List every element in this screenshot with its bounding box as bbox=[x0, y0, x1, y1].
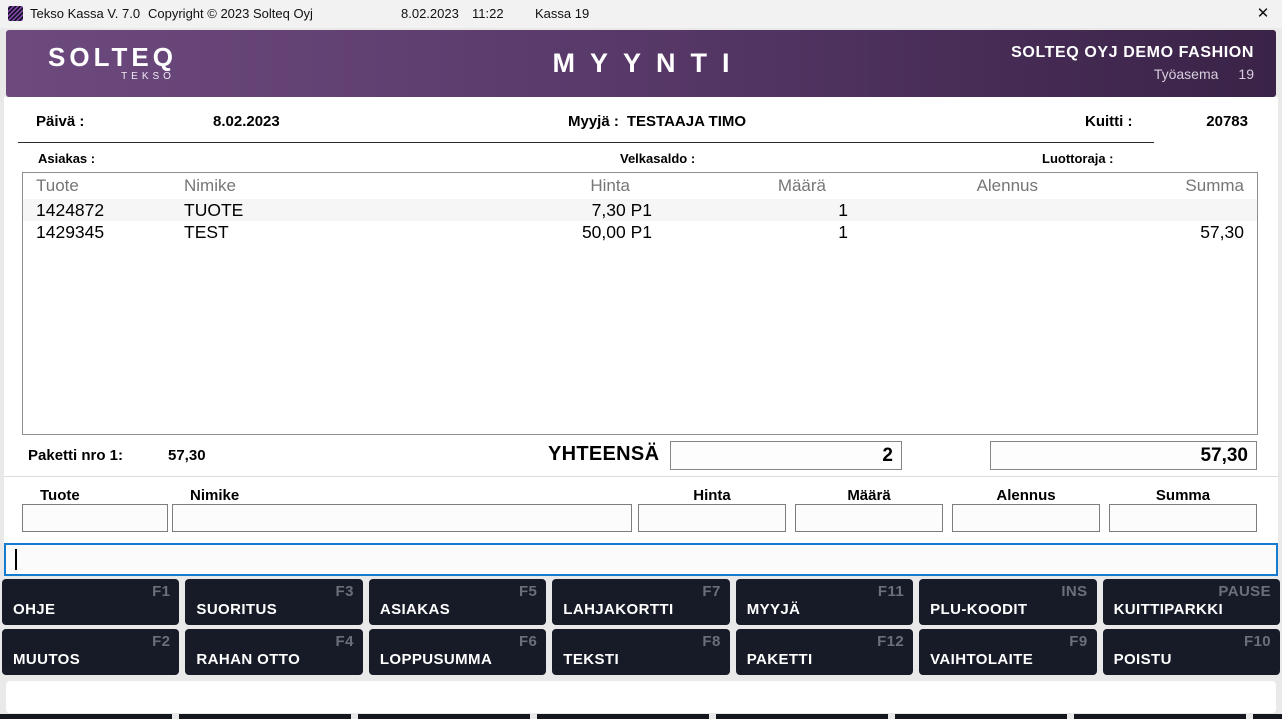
total-sum-box: 57,30 bbox=[990, 441, 1257, 470]
titlebar: Tekso Kassa V. 7.0 Copyright © 2023 Solt… bbox=[0, 0, 1282, 28]
seller-line: Myyjä : TESTAAJA TIMO bbox=[568, 113, 746, 130]
cell-hinta: 7,30 P1 bbox=[474, 199, 652, 221]
app-header: SOLTEQ TEKSO MYYNTI SOLTEQ OYJ DEMO FASH… bbox=[6, 30, 1276, 97]
receipt-label: Kuitti : bbox=[1085, 113, 1132, 130]
seller-value: TESTAAJA TIMO bbox=[627, 113, 746, 130]
fn-button-ohje[interactable]: F1 OHJE bbox=[2, 579, 179, 625]
col-header-summa: Summa bbox=[1048, 173, 1244, 199]
col-header-tuote: Tuote bbox=[36, 173, 184, 199]
command-input[interactable] bbox=[4, 543, 1278, 576]
store-block: SOLTEQ OYJ DEMO FASHION Työasema 19 bbox=[1011, 44, 1254, 82]
fn-button-myyja[interactable]: F11 MYYJÄ bbox=[736, 579, 913, 625]
fn-button-lahjakortti[interactable]: F7 LAHJAKORTTI bbox=[552, 579, 729, 625]
app-icon bbox=[8, 6, 23, 21]
fn-key-badge: F2 bbox=[152, 633, 170, 650]
copyright-text: Copyright © 2023 Solteq Oyj bbox=[148, 6, 313, 21]
col-header-hinta: Hinta bbox=[474, 173, 652, 199]
text-caret bbox=[15, 549, 17, 570]
function-key-row-2: F2 MUUTOS F4 RAHAN OTTO F6 LOPPUSUMMA F8… bbox=[2, 629, 1280, 675]
fn-button-suoritus[interactable]: F3 SUORITUS bbox=[185, 579, 362, 625]
total-quantity-box: 2 bbox=[670, 441, 902, 470]
items-table: Tuote Nimike Hinta Määrä Alennus Summa 1… bbox=[22, 172, 1258, 435]
fn-key-badge: INS bbox=[1061, 583, 1087, 600]
cell-alennus bbox=[848, 199, 1048, 221]
fn-button-vaihtolaite[interactable]: F9 VAIHTOLAITE bbox=[919, 629, 1096, 675]
cell-summa bbox=[1048, 199, 1244, 221]
entry-summa-label: Summa bbox=[1109, 487, 1257, 504]
fn-button-muutos[interactable]: F2 MUUTOS bbox=[2, 629, 179, 675]
col-header-alennus: Alennus bbox=[848, 173, 1048, 199]
fn-key-badge: F5 bbox=[519, 583, 537, 600]
items-table-header: Tuote Nimike Hinta Määrä Alennus Summa bbox=[23, 173, 1257, 199]
cell-summa: 57,30 bbox=[1048, 221, 1244, 243]
fn-button-asiakas[interactable]: F5 ASIAKAS bbox=[369, 579, 546, 625]
fn-key-badge: F7 bbox=[702, 583, 720, 600]
cell-tuote: 1424872 bbox=[36, 199, 184, 221]
fn-button-loppusumma[interactable]: F6 LOPPUSUMMA bbox=[369, 629, 546, 675]
cell-nimike: TEST bbox=[184, 221, 474, 243]
function-key-row-1: F1 OHJE F3 SUORITUS F5 ASIAKAS F7 LAHJAK… bbox=[2, 579, 1280, 625]
titlebar-register: Kassa 19 bbox=[535, 6, 589, 21]
fn-button-teksti[interactable]: F8 TEKSTI bbox=[552, 629, 729, 675]
fn-key-badge: F1 bbox=[152, 583, 170, 600]
fn-key-badge: F8 bbox=[702, 633, 720, 650]
fn-key-badge: PAUSE bbox=[1218, 583, 1271, 600]
entry-alennus-label: Alennus bbox=[952, 487, 1100, 504]
cell-hinta: 50,00 P1 bbox=[474, 221, 652, 243]
workstation-value: 19 bbox=[1238, 66, 1254, 82]
entry-summa-input[interactable] bbox=[1109, 504, 1257, 532]
fn-button-paketti[interactable]: F12 PAKETTI bbox=[736, 629, 913, 675]
close-button[interactable]: ✕ bbox=[1252, 3, 1274, 25]
fn-button-rahan-otto[interactable]: F4 RAHAN OTTO bbox=[185, 629, 362, 675]
entry-maara-input[interactable] bbox=[795, 504, 943, 532]
table-row[interactable]: 1429345 TEST 50,00 P1 1 57,30 bbox=[23, 221, 1257, 243]
window-title: Tekso Kassa V. 7.0 bbox=[30, 6, 140, 21]
entry-alennus-input[interactable] bbox=[952, 504, 1100, 532]
entry-nimike-input[interactable] bbox=[172, 504, 632, 532]
cutoff-button-row bbox=[0, 714, 1282, 719]
package-value: 57,30 bbox=[168, 447, 206, 464]
divider bbox=[18, 142, 1154, 143]
entry-tuote-input[interactable] bbox=[22, 504, 168, 532]
entry-tuote-label: Tuote bbox=[40, 487, 80, 504]
entry-nimike-label: Nimike bbox=[190, 487, 239, 504]
cell-nimike: TUOTE bbox=[184, 199, 474, 221]
fn-key-badge: F12 bbox=[877, 633, 904, 650]
col-header-nimike: Nimike bbox=[184, 173, 474, 199]
cell-maara: 1 bbox=[652, 221, 848, 243]
workstation-line: Työasema 19 bbox=[1011, 66, 1254, 82]
col-header-maara: Määrä bbox=[652, 173, 848, 199]
date-label: Päivä : bbox=[36, 113, 84, 130]
fn-key-badge: F11 bbox=[878, 583, 904, 600]
seller-label: Myyjä : bbox=[568, 113, 619, 130]
fn-key-badge: F6 bbox=[519, 633, 537, 650]
cell-alennus bbox=[848, 221, 1048, 243]
debt-label: Velkasaldo : bbox=[620, 151, 695, 166]
divider bbox=[4, 476, 1278, 477]
receipt-value: 20783 bbox=[1206, 113, 1248, 130]
entry-hinta-label: Hinta bbox=[638, 487, 786, 504]
fn-button-plu-koodit[interactable]: INS PLU-KOODIT bbox=[919, 579, 1096, 625]
cell-tuote: 1429345 bbox=[36, 221, 184, 243]
total-label: YHTEENSÄ bbox=[548, 443, 659, 466]
table-row[interactable]: 1424872 TUOTE 7,30 P1 1 bbox=[23, 199, 1257, 221]
fn-button-poistu[interactable]: F10 POISTU bbox=[1103, 629, 1280, 675]
bottom-display-strip bbox=[6, 681, 1276, 713]
entry-maara-label: Määrä bbox=[795, 487, 943, 504]
titlebar-time: 11:22 bbox=[472, 6, 504, 21]
store-name: SOLTEQ OYJ DEMO FASHION bbox=[1011, 44, 1254, 62]
titlebar-date: 8.02.2023 bbox=[401, 6, 459, 21]
package-label: Paketti nro 1: bbox=[28, 447, 123, 464]
entry-hinta-input[interactable] bbox=[638, 504, 786, 532]
fn-key-badge: F3 bbox=[336, 583, 354, 600]
cell-maara: 1 bbox=[652, 199, 848, 221]
customer-label: Asiakas : bbox=[38, 151, 95, 166]
fn-button-kuittiparkki[interactable]: PAUSE KUITTIPARKKI bbox=[1103, 579, 1280, 625]
fn-key-badge: F10 bbox=[1244, 633, 1271, 650]
date-value: 8.02.2023 bbox=[213, 113, 280, 130]
fn-key-badge: F9 bbox=[1069, 633, 1087, 650]
workstation-label: Työasema bbox=[1154, 66, 1219, 82]
fn-key-badge: F4 bbox=[336, 633, 354, 650]
credit-label: Luottoraja : bbox=[1042, 151, 1114, 166]
